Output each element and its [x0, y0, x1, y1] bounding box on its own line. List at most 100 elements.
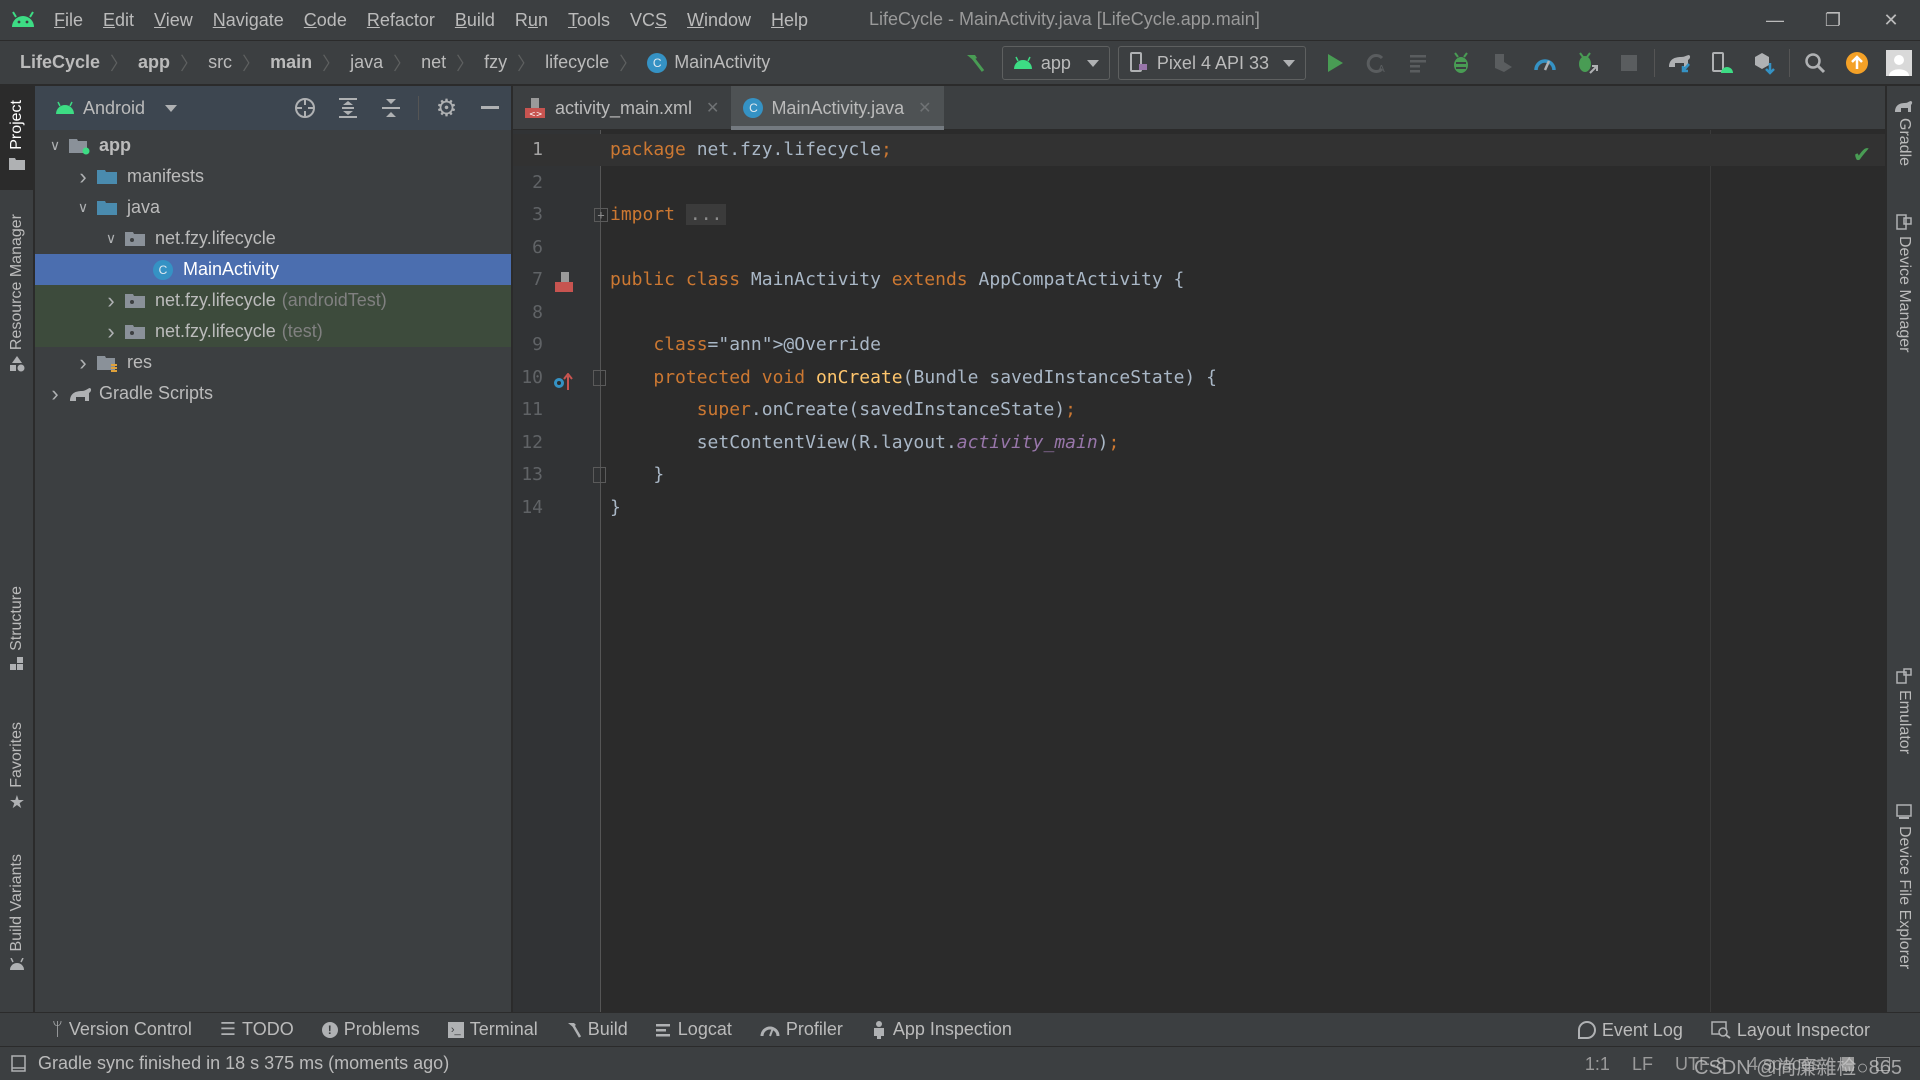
- menu-edit[interactable]: Edit: [103, 10, 134, 31]
- search-everywhere-button[interactable]: [1794, 41, 1836, 85]
- line-number[interactable]: 3: [513, 199, 543, 231]
- menu-code[interactable]: Code: [304, 10, 347, 31]
- sdk-manager-button[interactable]: [1743, 41, 1785, 85]
- hide-panel-button[interactable]: [468, 86, 511, 130]
- status-message[interactable]: Gradle sync finished in 18 s 375 ms (mom…: [38, 1053, 449, 1074]
- breadcrumb-item[interactable]: app: [138, 52, 170, 73]
- chevron-right-icon[interactable]: ›: [41, 381, 69, 407]
- line-number[interactable]: 2: [513, 167, 543, 199]
- menu-window[interactable]: Window: [687, 10, 751, 31]
- close-tab-icon[interactable]: ✕: [706, 98, 719, 118]
- account-button[interactable]: [1878, 41, 1920, 85]
- line-number[interactable]: 13: [513, 459, 543, 491]
- tree-item[interactable]: › net.fzy.lifecycle (test): [35, 316, 511, 347]
- menu-file[interactable]: File: [54, 10, 83, 31]
- menu-refactor[interactable]: Refactor: [367, 10, 435, 31]
- close-window-button[interactable]: ✕: [1862, 0, 1920, 41]
- tool-tab-build[interactable]: Build: [566, 1019, 628, 1040]
- device-manager-button[interactable]: [1701, 41, 1743, 85]
- tab-mainactivity-java[interactable]: C MainActivity.java ✕: [731, 86, 944, 130]
- stripe-tab-project[interactable]: Project: [0, 86, 34, 190]
- tool-tab-layout-inspector[interactable]: Layout Inspector: [1711, 1020, 1870, 1041]
- breadcrumb-item[interactable]: main: [270, 52, 312, 73]
- profile-button[interactable]: [1524, 41, 1566, 85]
- no-problems-check-icon[interactable]: ✔: [1853, 142, 1871, 168]
- menu-build[interactable]: Build: [455, 10, 495, 31]
- run-button[interactable]: [1314, 41, 1356, 85]
- tool-tab-app-inspection[interactable]: App Inspection: [871, 1019, 1012, 1040]
- debug-button[interactable]: [1440, 41, 1482, 85]
- tree-item[interactable]: › res: [35, 347, 511, 378]
- chevron-right-icon[interactable]: ›: [69, 350, 97, 376]
- expand-fold-icon[interactable]: +: [594, 208, 608, 222]
- apply-changes-button[interactable]: A: [1356, 41, 1398, 85]
- tree-item[interactable]: ∨ java: [35, 192, 511, 223]
- stripe-tab-build-variants[interactable]: Build Variants: [0, 854, 34, 994]
- run-config-select[interactable]: app: [1001, 46, 1110, 80]
- tool-tab-logcat[interactable]: Logcat: [655, 1019, 732, 1040]
- line-separator[interactable]: LF: [1632, 1054, 1653, 1075]
- breadcrumb-item[interactable]: java: [350, 52, 383, 73]
- update-button[interactable]: [1836, 41, 1878, 85]
- fold-end-icon[interactable]: [593, 467, 606, 483]
- toggle-tool-windows-icon[interactable]: [10, 1054, 28, 1073]
- stripe-tab-device-manager[interactable]: Device Manager: [1887, 214, 1920, 353]
- stripe-tab-device-file-explorer[interactable]: Device File Explorer: [1887, 804, 1920, 969]
- panel-options-button[interactable]: ⚙: [425, 86, 468, 130]
- sync-gradle-button[interactable]: [1659, 41, 1701, 85]
- tool-tab-todo[interactable]: ☰ TODO: [220, 1019, 294, 1040]
- tree-item[interactable]: › manifests: [35, 161, 511, 192]
- tab-activity-main-xml[interactable]: <> activity_main.xml ✕: [513, 86, 731, 130]
- breadcrumb-item[interactable]: fzy: [484, 52, 507, 73]
- make-project-button[interactable]: [954, 41, 996, 85]
- menu-vcs[interactable]: VCS: [630, 10, 667, 31]
- line-number[interactable]: 11: [513, 394, 543, 426]
- chevron-right-icon[interactable]: ›: [69, 164, 97, 190]
- stop-button[interactable]: [1608, 41, 1650, 85]
- stripe-tab-gradle[interactable]: Gradle: [1887, 100, 1920, 166]
- line-number[interactable]: 6: [513, 232, 543, 264]
- caret-position[interactable]: 1:1: [1585, 1054, 1610, 1075]
- tool-tab-terminal[interactable]: ›_ Terminal: [447, 1019, 538, 1040]
- line-number[interactable]: 9: [513, 329, 543, 361]
- breadcrumb-item[interactable]: LifeCycle: [20, 52, 100, 73]
- menu-navigate[interactable]: Navigate: [213, 10, 284, 31]
- line-number[interactable]: 7: [513, 264, 543, 296]
- line-number[interactable]: 8: [513, 297, 543, 329]
- stripe-tab-emulator[interactable]: Emulator: [1887, 668, 1920, 754]
- tool-tab-profiler[interactable]: Profiler: [760, 1019, 843, 1040]
- tree-item[interactable]: ∨ app: [35, 130, 511, 161]
- stripe-tab-structure[interactable]: Structure: [0, 586, 34, 691]
- stripe-tab-resource-manager[interactable]: Resource Manager: [0, 214, 34, 394]
- breadcrumb-item[interactable]: C MainActivity: [647, 52, 770, 74]
- tree-item[interactable]: › Gradle Scripts: [35, 378, 511, 409]
- line-number[interactable]: 12: [513, 427, 543, 459]
- run-with-coverage-button[interactable]: [1482, 41, 1524, 85]
- code-editor[interactable]: 1 package net.fzy.lifecycle; 2 3 import ... +…: [513, 130, 1885, 1012]
- line-number[interactable]: 1: [513, 134, 543, 166]
- stripe-tab-favorites[interactable]: Favorites ★: [0, 722, 34, 826]
- chevron-down-icon[interactable]: ∨: [97, 230, 125, 247]
- fold-icon[interactable]: [593, 369, 606, 386]
- apply-code-changes-button[interactable]: [1398, 41, 1440, 85]
- line-number[interactable]: 14: [513, 492, 543, 524]
- chevron-right-icon[interactable]: ›: [97, 288, 125, 314]
- tree-item[interactable]: C MainActivity: [35, 254, 511, 285]
- tree-item[interactable]: ∨ net.fzy.lifecycle: [35, 223, 511, 254]
- menu-view[interactable]: View: [154, 10, 193, 31]
- close-tab-icon[interactable]: ✕: [918, 98, 931, 118]
- breadcrumb-item[interactable]: net: [421, 52, 446, 73]
- tool-tab-version-control[interactable]: ᛘ Version Control: [52, 1019, 192, 1040]
- tool-tab-event-log[interactable]: Event Log: [1577, 1020, 1683, 1041]
- chevron-down-icon[interactable]: ∨: [41, 137, 69, 154]
- menu-tools[interactable]: Tools: [568, 10, 610, 31]
- menu-help[interactable]: Help: [771, 10, 808, 31]
- device-select[interactable]: Pixel 4 API 33: [1117, 46, 1306, 80]
- chevron-down-icon[interactable]: ∨: [69, 199, 97, 216]
- chevron-right-icon[interactable]: ›: [97, 319, 125, 345]
- expand-all-button[interactable]: [326, 86, 369, 130]
- attach-debugger-button[interactable]: [1566, 41, 1608, 85]
- collapse-all-button[interactable]: [369, 86, 412, 130]
- minimize-button[interactable]: —: [1746, 0, 1804, 41]
- breadcrumb-item[interactable]: src: [208, 52, 232, 73]
